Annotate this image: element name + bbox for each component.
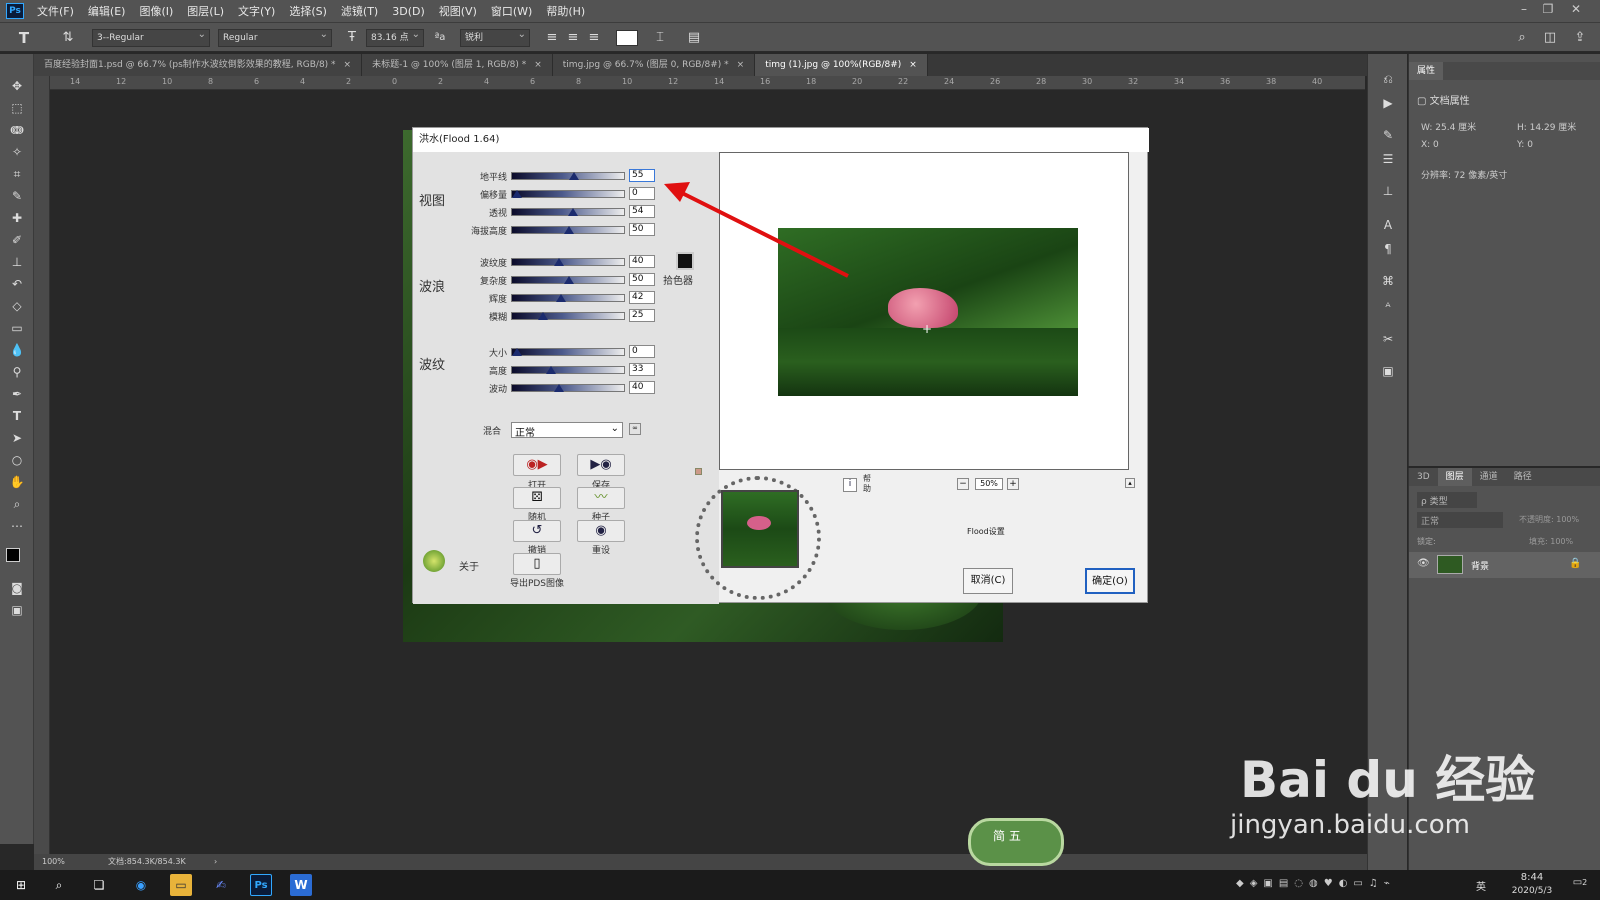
taskbar: ⊞ ⌕ ❏ ◉ ▭ ✍ Ps W ◆◈▣▤◌◍♥◐▭♫⌁ 英 8:44 2020… — [0, 870, 1600, 900]
photoshop-taskbar-icon[interactable]: Ps — [250, 874, 272, 896]
search-icon[interactable]: ⌕ — [48, 874, 70, 896]
baidu-watermark: Bai du 经验 — [1240, 751, 1536, 809]
browser-icon[interactable]: ◉ — [130, 874, 152, 896]
task-view-icon[interactable]: ❏ — [88, 874, 110, 896]
clock-date[interactable]: 2020/5/3 — [1500, 886, 1564, 896]
badge-logo: 简 五 — [968, 818, 1064, 866]
notification-icon[interactable]: ▭2 — [1570, 877, 1590, 893]
app-icon[interactable]: ✍ — [210, 874, 232, 896]
word-icon[interactable]: W — [290, 874, 312, 896]
start-windows-icon[interactable]: ⊞ — [10, 874, 32, 896]
system-tray-icons[interactable]: ◆◈▣▤◌◍♥◐▭♫⌁ — [1236, 878, 1456, 892]
clock-time[interactable]: 8:44 — [1502, 872, 1562, 883]
file-explorer-icon[interactable]: ▭ — [170, 874, 192, 896]
notification-count: 2 — [1582, 878, 1588, 887]
ime-indicator[interactable]: 英 — [1476, 878, 1486, 893]
watermark-url: jingyan.baidu.com — [1230, 810, 1470, 840]
